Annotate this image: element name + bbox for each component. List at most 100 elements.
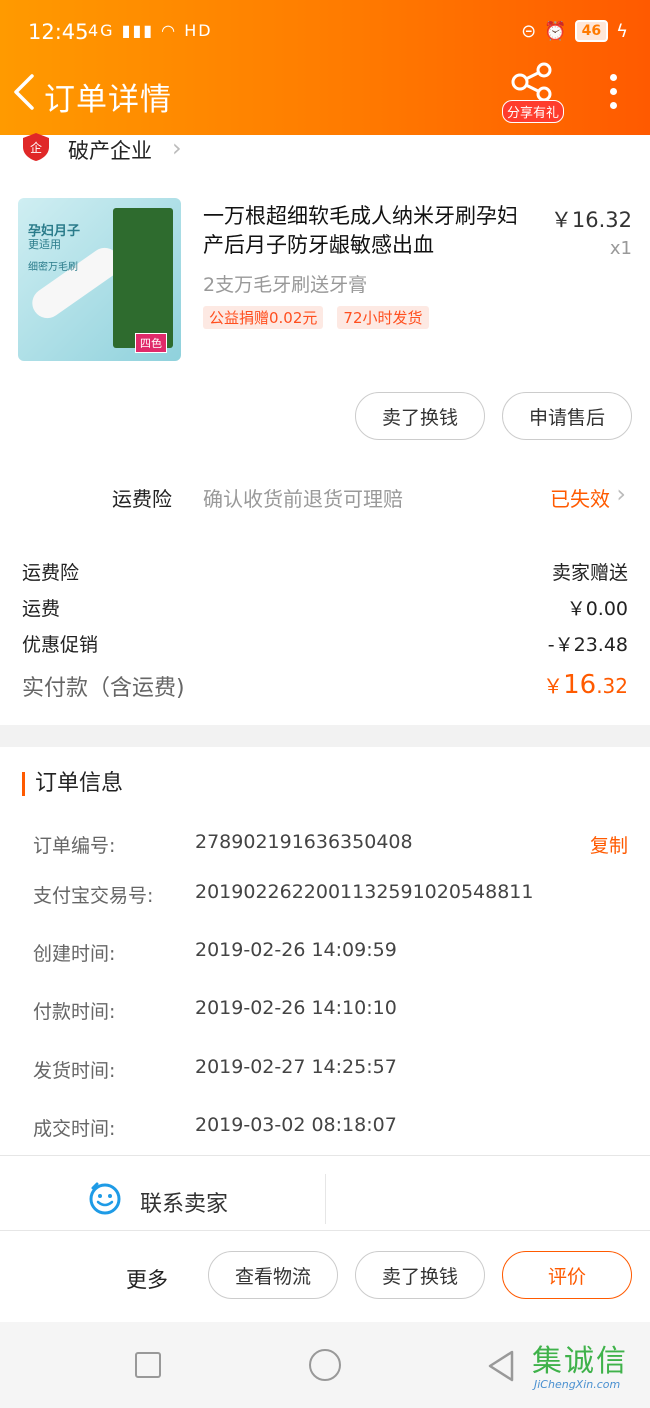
lock-icon: ⊝	[521, 20, 537, 42]
watermark-logo: 集诚信 JiChengXin.com	[532, 1336, 642, 1396]
after-sale-button[interactable]: 申请售后	[502, 392, 632, 440]
info-row-completed: 成交时间: 2019-03-02 08:18:07	[33, 1114, 628, 1144]
status-right: ⊝ ⏰ 46 ϟ	[521, 20, 628, 42]
wifi-icon: ◠	[161, 21, 178, 40]
info-value: 2019-03-02 08:18:07	[195, 1114, 397, 1136]
share-button[interactable]: 分享有礼	[500, 62, 566, 126]
info-key: 支付宝交易号:	[33, 885, 154, 907]
system-nav-bar: 集诚信 JiChengXin.com	[0, 1322, 650, 1408]
contact-bar: 联系卖家	[0, 1155, 650, 1231]
nav-bar: 订单详情 分享有礼	[0, 62, 650, 126]
insurance-status: 已失效	[550, 487, 610, 511]
fee-row-shipping: 运费 ￥0.00	[22, 594, 628, 626]
info-value: 278902191636350408	[195, 831, 413, 853]
contact-seller-label: 联系卖家	[140, 1192, 229, 1217]
contact-divider	[325, 1174, 326, 1224]
status-bar: 12:45 4G ▮▮▮ ◠ HD ⊝ ⏰ 46 ϟ	[0, 18, 650, 50]
chevron-right-icon: ›	[616, 480, 626, 508]
total-label: 实付款（含运费)	[22, 676, 185, 701]
thumb-color-tag: 四色	[135, 333, 167, 353]
info-key: 付款时间:	[33, 1001, 116, 1023]
app-header: 12:45 4G ▮▮▮ ◠ HD ⊝ ⏰ 46 ϟ 订单详情 分享有礼	[0, 0, 650, 135]
watermark-text: 集诚信	[532, 1344, 628, 1379]
shop-row[interactable]: 企 破产企业 ›	[0, 132, 650, 172]
fee-row-promo: 优惠促销 -￥23.48	[22, 630, 628, 662]
insurance-row[interactable]: 运费险 确认收货前退货可理赔 已失效 ›	[0, 478, 650, 518]
share-icon	[511, 62, 552, 102]
network-label: 4G	[88, 21, 115, 40]
info-row-shipped: 发货时间: 2019-02-27 14:25:57	[33, 1056, 628, 1086]
home-icon[interactable]	[309, 1349, 341, 1381]
fee-label: 优惠促销	[22, 634, 99, 656]
product-image[interactable]: 孕妇月子 更适用 细密万毛刷 四色	[18, 198, 181, 361]
contact-seller-button[interactable]: 联系卖家	[0, 1156, 325, 1232]
battery-icon: 46	[574, 20, 609, 42]
total-value: ￥16.32	[543, 670, 628, 700]
product-item[interactable]: 孕妇月子 更适用 细密万毛刷 四色 一万根超细软毛成人纳米牙刷孕妇产后月子防牙龈…	[0, 198, 650, 368]
insurance-label: 运费险	[112, 487, 172, 511]
bottom-action-bar: 更多 查看物流 卖了换钱 评价	[0, 1232, 650, 1322]
fee-value: 卖家赠送	[551, 562, 628, 584]
charging-icon: ϟ	[616, 20, 628, 42]
fee-row-insurance: 运费险 卖家赠送	[22, 558, 628, 590]
copy-button[interactable]: 复制	[590, 831, 628, 858]
product-price: ￥16.32	[550, 208, 632, 232]
status-time: 12:45	[28, 20, 89, 44]
info-row-order-no: 订单编号: 278902191636350408 复制	[33, 831, 628, 861]
sell-for-cash-button[interactable]: 卖了换钱	[355, 392, 485, 440]
info-key: 创建时间:	[33, 943, 116, 965]
shop-name: 破产企业	[68, 139, 152, 163]
recents-icon[interactable]	[135, 1352, 161, 1378]
fee-label: 运费险	[22, 562, 80, 584]
chat-bubble-icon	[89, 1182, 121, 1215]
section-divider	[0, 725, 650, 747]
fee-value: ￥0.00	[566, 598, 628, 620]
view-logistics-button[interactable]: 查看物流	[208, 1251, 338, 1299]
product-title: 一万根超细软毛成人纳米牙刷孕妇产后月子防牙龈敏感出血	[203, 204, 518, 257]
tag-shipping: 72小时发货	[337, 306, 429, 329]
page-title: 订单详情	[44, 82, 172, 118]
info-row-paid: 付款时间: 2019-02-26 14:10:10	[33, 997, 628, 1027]
product-tags: 公益捐赠0.02元 72小时发货	[203, 306, 429, 329]
info-value: 2019-02-26 14:10:10	[195, 997, 397, 1019]
fee-value: -￥23.48	[547, 634, 628, 656]
info-row-created: 创建时间: 2019-02-26 14:09:59	[33, 939, 628, 969]
chevron-left-icon	[14, 74, 34, 110]
more-actions-button[interactable]: 更多	[126, 1264, 168, 1294]
total-dec: .32	[596, 674, 628, 698]
total-currency: ￥	[543, 674, 564, 698]
info-value: 2019-02-27 14:25:57	[195, 1056, 397, 1078]
fee-row-total: 实付款（含运费) ￥16.32	[22, 670, 628, 702]
fee-label: 运费	[22, 598, 61, 620]
enterprise-shield-icon: 企	[23, 133, 49, 161]
total-int: 16	[563, 670, 597, 700]
chevron-right-icon: ›	[172, 134, 182, 162]
share-badge: 分享有礼	[502, 100, 565, 123]
back-triangle-icon[interactable]	[486, 1350, 516, 1382]
info-key: 订单编号:	[33, 835, 116, 857]
alarm-icon: ⏰	[544, 20, 567, 42]
review-button[interactable]: 评价	[502, 1251, 632, 1299]
thumb-brush-shape	[26, 242, 126, 324]
wifi-label: HD	[184, 21, 213, 40]
thumb-text-2: 更适用	[28, 238, 61, 251]
info-row-alipay-no: 支付宝交易号: 2019022622001132591020548811	[33, 881, 628, 911]
info-value: 2019-02-26 14:09:59	[195, 939, 397, 961]
thumb-package-shape	[113, 208, 173, 348]
thumb-text-3: 细密万毛刷	[28, 262, 78, 273]
more-vertical-icon	[606, 74, 620, 109]
product-sku: 2支万毛牙刷送牙膏	[203, 274, 368, 296]
insurance-desc: 确认收货前退货可理赔	[203, 487, 403, 511]
info-key: 发货时间:	[33, 1060, 116, 1082]
info-key: 成交时间:	[33, 1118, 116, 1140]
sell-for-cash-button-bottom[interactable]: 卖了换钱	[355, 1251, 485, 1299]
tag-charity: 公益捐赠0.02元	[203, 306, 324, 329]
signal-icon: 4G ▮▮▮ ◠ HD	[88, 21, 213, 40]
back-button[interactable]	[10, 72, 40, 112]
shop-icon-text: 企	[30, 140, 42, 155]
product-quantity: x1	[609, 238, 632, 259]
watermark-url: JiChengXin.com	[534, 1378, 621, 1391]
order-info-title: 订单信息	[22, 772, 123, 796]
info-value: 2019022622001132591020548811	[195, 881, 534, 903]
more-menu-button[interactable]	[606, 74, 620, 114]
